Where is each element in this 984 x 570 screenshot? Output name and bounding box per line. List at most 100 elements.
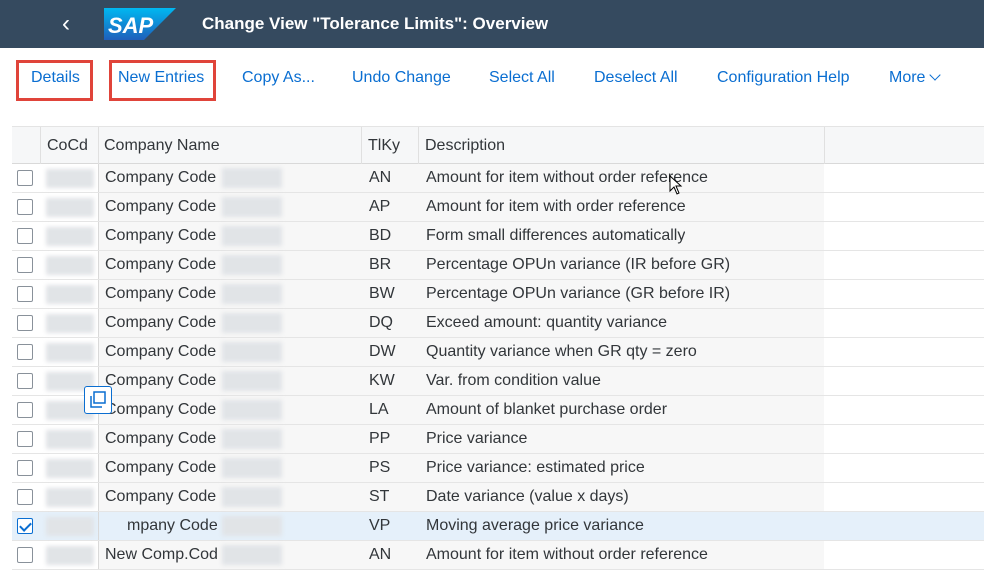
tolerance-key-cell[interactable]: DW xyxy=(369,338,396,366)
company-name-cell[interactable]: Company Code xyxy=(105,193,217,221)
row-select-checkbox[interactable] xyxy=(17,431,33,447)
header-description[interactable]: Description xyxy=(425,127,505,164)
company-name-cell[interactable]: New Comp.Code xyxy=(105,541,217,569)
company-name-cell[interactable]: Company Code xyxy=(105,454,217,482)
row-select-checkbox[interactable] xyxy=(17,228,33,244)
tolerance-key-cell[interactable]: LA xyxy=(369,396,389,424)
description-cell[interactable]: Amount of blanket purchase order xyxy=(426,396,667,424)
description-cell[interactable]: Price variance: estimated price xyxy=(426,454,645,482)
description-cell[interactable]: Moving average price variance xyxy=(426,512,644,540)
company-name-cell[interactable]: Company Code xyxy=(105,309,217,337)
company-name-cell[interactable]: Company Code xyxy=(105,338,217,366)
row-select-checkbox[interactable] xyxy=(17,489,33,505)
tolerance-key-cell[interactable]: ST xyxy=(369,483,389,511)
company-name-cell[interactable]: Company Code xyxy=(105,483,217,511)
row-select-checkbox[interactable] xyxy=(17,518,33,534)
undo-change-button[interactable]: Undo Change xyxy=(352,69,451,87)
toolbar: Details New Entries Copy As... Undo Chan… xyxy=(0,48,984,108)
table-row[interactable]: Company Code AN Amount for item without or… xyxy=(12,164,984,193)
cocd-value-redacted[interactable] xyxy=(46,488,94,507)
tolerance-key-cell[interactable]: AP xyxy=(369,193,390,221)
cocd-value-redacted[interactable] xyxy=(46,314,94,333)
row-select-checkbox[interactable] xyxy=(17,344,33,360)
company-name-cell[interactable]: Company Code xyxy=(105,425,217,453)
cocd-value-redacted[interactable] xyxy=(46,459,94,478)
table-row[interactable]: Company Code KW Var. from condition value xyxy=(12,367,984,396)
table-row[interactable]: Company Code BW Percentage OPUn variance (… xyxy=(12,280,984,309)
more-button[interactable]: More xyxy=(889,69,942,87)
table-row[interactable]: Company Code BD Form small differences aut… xyxy=(12,222,984,251)
company-name-cell[interactable]: Company Code xyxy=(105,222,217,250)
row-select-checkbox[interactable] xyxy=(17,170,33,186)
row-select-checkbox[interactable] xyxy=(17,257,33,273)
company-name-redacted xyxy=(222,429,282,449)
table-row[interactable]: Company Code LA Amount of blanket purchase… xyxy=(12,396,984,425)
table-row[interactable]: New Comp.Code AN Amount for item without o… xyxy=(12,541,984,570)
cocd-value-redacted[interactable] xyxy=(46,430,94,449)
description-cell[interactable]: Date variance (value x days) xyxy=(426,483,629,511)
table-row[interactable]: Company Code PP Price variance xyxy=(12,425,984,454)
row-select-checkbox[interactable] xyxy=(17,547,33,563)
row-select-checkbox[interactable] xyxy=(17,373,33,389)
description-cell[interactable]: Exceed amount: quantity variance xyxy=(426,309,667,337)
row-select-checkbox[interactable] xyxy=(17,199,33,215)
header-tlky[interactable]: TlKy xyxy=(368,127,400,164)
tolerance-key-cell[interactable]: BR xyxy=(369,251,391,279)
company-name-cell[interactable]: mpany Code xyxy=(127,512,217,540)
description-cell[interactable]: Percentage OPUn variance (GR before IR) xyxy=(426,280,730,308)
select-all-button[interactable]: Select All xyxy=(489,69,555,87)
company-name-redacted xyxy=(222,545,282,565)
row-select-checkbox[interactable] xyxy=(17,315,33,331)
cocd-value-redacted[interactable] xyxy=(46,546,94,565)
cocd-value-redacted[interactable] xyxy=(46,227,94,246)
company-name-cell[interactable]: Company Code xyxy=(105,164,217,192)
tolerance-key-cell[interactable]: VP xyxy=(369,512,390,540)
header-cocd[interactable]: CoCd xyxy=(47,127,88,164)
cocd-value-redacted[interactable] xyxy=(46,256,94,275)
header-company-name[interactable]: Company Name xyxy=(104,127,220,164)
table-row[interactable]: Company Code DW Quantity variance when GR … xyxy=(12,338,984,367)
copy-as-button[interactable]: Copy As... xyxy=(242,69,315,87)
table-row[interactable]: mpany Code VP Moving average price varianc… xyxy=(12,512,984,541)
row-select-checkbox[interactable] xyxy=(17,286,33,302)
company-name-cell[interactable]: Company Code xyxy=(105,280,217,308)
tolerance-key-cell[interactable]: AN xyxy=(369,541,391,569)
company-name-cell[interactable]: Company Code xyxy=(105,251,217,279)
cocd-value-redacted[interactable] xyxy=(46,343,94,362)
description-cell[interactable]: Quantity variance when GR qty = zero xyxy=(426,338,697,366)
tolerance-key-cell[interactable]: AN xyxy=(369,164,391,192)
description-cell[interactable]: Amount for item without order reference xyxy=(426,541,708,569)
row-select-checkbox[interactable] xyxy=(17,460,33,476)
tolerance-key-cell[interactable]: BW xyxy=(369,280,395,308)
row-select-checkbox[interactable] xyxy=(17,402,33,418)
tolerance-key-cell[interactable]: KW xyxy=(369,367,395,395)
cocd-value-redacted[interactable] xyxy=(46,517,94,536)
cocd-value-redacted[interactable] xyxy=(46,285,94,304)
table-row[interactable]: Company Code PS Price variance: estimated … xyxy=(12,454,984,483)
company-name-cell[interactable]: Company Code xyxy=(105,396,217,424)
details-button[interactable]: Details xyxy=(31,69,80,87)
back-button[interactable]: ‹ xyxy=(62,10,82,38)
description-cell[interactable]: Amount for item without order reference xyxy=(426,164,708,192)
description-cell[interactable]: Percentage OPUn variance (IR before GR) xyxy=(426,251,730,279)
tolerance-key-cell[interactable]: DQ xyxy=(369,309,393,337)
table-row[interactable]: Company Code BR Percentage OPUn variance (… xyxy=(12,251,984,280)
description-cell[interactable]: Form small differences automatically xyxy=(426,222,685,250)
new-entries-button[interactable]: New Entries xyxy=(118,69,204,87)
table-row[interactable]: Company Code ST Date variance (value x day… xyxy=(12,483,984,512)
page-title: Change View "Tolerance Limits": Overview xyxy=(202,14,549,33)
tolerance-key-cell[interactable]: PP xyxy=(369,425,390,453)
table-row[interactable]: Company Code DQ Exceed amount: quantity va… xyxy=(12,309,984,338)
description-cell[interactable]: Price variance xyxy=(426,425,527,453)
row-detail-button[interactable] xyxy=(84,386,112,414)
deselect-all-button[interactable]: Deselect All xyxy=(594,69,678,87)
cocd-value-redacted[interactable] xyxy=(46,169,94,188)
company-name-cell[interactable]: Company Code xyxy=(105,367,217,395)
tolerance-key-cell[interactable]: BD xyxy=(369,222,391,250)
description-cell[interactable]: Amount for item with order reference xyxy=(426,193,686,221)
cocd-value-redacted[interactable] xyxy=(46,198,94,217)
description-cell[interactable]: Var. from condition value xyxy=(426,367,601,395)
configuration-help-button[interactable]: Configuration Help xyxy=(717,69,850,87)
tolerance-key-cell[interactable]: PS xyxy=(369,454,390,482)
table-row[interactable]: Company Code AP Amount for item with order… xyxy=(12,193,984,222)
